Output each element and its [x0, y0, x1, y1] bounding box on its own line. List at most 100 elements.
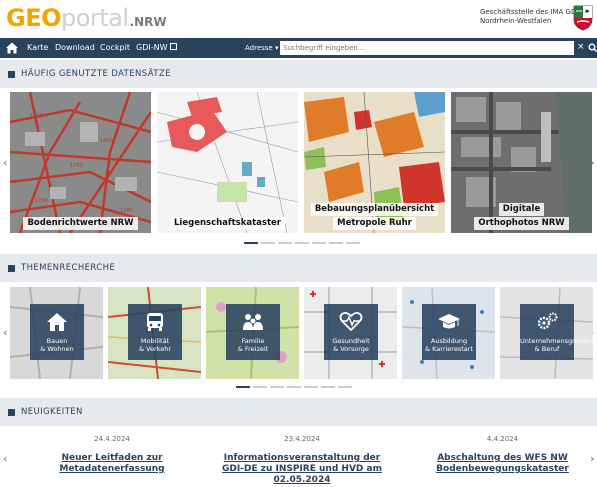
nav-link-karte[interactable]: Karte: [27, 42, 48, 54]
themes-section-title-wrap: THEMENRECHERCHE: [8, 263, 115, 273]
theme-label: Bauen & Wohnen: [30, 337, 84, 353]
family-icon: [243, 314, 263, 330]
org-line-2: Nordrhein-Westfalen: [480, 17, 552, 25]
theme-box: Gesundheit & Vorsorge: [324, 304, 378, 360]
theme-card-gesundheit[interactable]: Gesundheit & Vorsorge: [304, 287, 397, 379]
theme-label-2: & Wohnen: [40, 345, 74, 353]
news-prev-arrow[interactable]: ‹: [3, 452, 7, 465]
search-icon[interactable]: [588, 42, 597, 54]
gears-icon: [537, 312, 558, 330]
news-date: 23.4.2024: [284, 435, 320, 443]
carousel-dot[interactable]: [338, 386, 352, 388]
dataset-label-2: Metropole Ruhr: [304, 210, 445, 230]
datasets-prev-arrow[interactable]: ‹: [3, 156, 7, 169]
dataset-label: Liegenschaftskataster: [157, 210, 298, 230]
dataset-card-orthophotos[interactable]: Digitale Orthophotos NRW: [451, 92, 592, 233]
news-section-title-wrap: NEUIGKEITEN: [8, 407, 83, 417]
dataset-card-liegenschaftskataster[interactable]: Liegenschaftskataster: [157, 92, 298, 233]
heartbeat-icon: [339, 311, 363, 332]
section-square-icon: [8, 70, 15, 78]
theme-label-2: & Karrierestart: [425, 345, 473, 353]
nrw-coat-of-arms-icon: [573, 5, 593, 31]
carousel-dot[interactable]: [329, 242, 343, 244]
carousel-dot[interactable]: [304, 386, 318, 388]
theme-card-mobilitaet[interactable]: Mobilität & Verkehr: [108, 287, 201, 379]
news-next-arrow[interactable]: ›: [590, 452, 594, 465]
org-line-1: Geschäftsstelle des IMA GDI: [480, 8, 579, 16]
bus-icon: [147, 313, 163, 331]
theme-label: Gesundheit & Vorsorge: [324, 337, 378, 353]
logo-nrw: .NRW: [129, 15, 167, 29]
theme-card-familie[interactable]: Familie & Freizeit: [206, 287, 299, 379]
clear-search-icon[interactable]: ×: [577, 41, 585, 54]
svg-text:1750: 1750: [35, 198, 48, 204]
theme-box: Unternehmensgründung & Beruf: [520, 304, 593, 360]
theme-label: Mobilität & Verkehr: [128, 337, 182, 353]
datasets-section-title-wrap: HÄUFIG GENUTZTE DATENSÄTZE: [8, 69, 171, 79]
search-input[interactable]: [280, 41, 574, 55]
theme-label-2: & Verkehr: [138, 345, 172, 353]
theme-label: Ausbildung & Karrierestart: [422, 337, 476, 353]
news-title-link[interactable]: Neuer Leitfaden zur Metadatenerfassung: [37, 453, 187, 475]
carousel-dot[interactable]: [321, 386, 335, 388]
news-title-link[interactable]: Abschaltung des WFS NW Bodenbewegungskat…: [425, 453, 580, 475]
carousel-dot[interactable]: [236, 386, 250, 388]
news-item: 4.4.2024 Abschaltung des WFS NW Bodenbew…: [425, 434, 580, 475]
svg-text:1650: 1650: [30, 113, 43, 119]
theme-box: Bauen & Wohnen: [30, 304, 84, 360]
carousel-dot[interactable]: [270, 386, 284, 388]
graduation-cap-icon: [438, 314, 460, 329]
dataset-label-line1: Bodenrichtwerte NRW: [23, 217, 138, 230]
theme-label-1: Familie: [241, 337, 265, 345]
theme-card-ausbildung[interactable]: Ausbildung & Karrierestart: [402, 287, 495, 379]
nav-link-cockpit[interactable]: Cockpit: [100, 42, 130, 54]
home-icon[interactable]: [5, 41, 19, 55]
external-link-icon: [169, 43, 177, 50]
theme-box: Ausbildung & Karrierestart: [422, 304, 476, 360]
theme-label-1: Unternehmensgründung: [520, 337, 593, 345]
nav-link-gdi-nw-label: GDI-NW: [136, 43, 168, 52]
dataset-card-bodenrichtwerte[interactable]: 1650 1400 1750 1750 1280 Bodenrichtwerte NRW: [10, 92, 151, 233]
news-title-link[interactable]: Informationsveranstaltung der GDI-DE zu …: [212, 453, 392, 486]
news-date: 24.4.2024: [94, 435, 130, 443]
carousel-dot[interactable]: [346, 242, 360, 244]
dataset-label-line2: Metropole Ruhr: [333, 217, 416, 230]
nav-link-download[interactable]: Download: [55, 42, 95, 54]
carousel-dot[interactable]: [261, 242, 275, 244]
theme-label: Unternehmensgründung & Beruf: [520, 337, 593, 353]
theme-label-2: & Freizeit: [237, 345, 269, 353]
themes-section-header: THEMENRECHERCHE: [0, 254, 597, 282]
carousel-dot[interactable]: [253, 386, 267, 388]
nav-link-gdi-nw[interactable]: GDI-NW: [136, 42, 177, 54]
carousel-dot[interactable]: [278, 242, 292, 244]
news-section-title: NEUIGKEITEN: [21, 407, 83, 417]
house-icon: [47, 313, 67, 331]
section-square-icon: [8, 264, 15, 272]
carousel-dot[interactable]: [312, 242, 326, 244]
svg-text:1750: 1750: [70, 163, 83, 169]
theme-label-1: Ausbildung: [430, 337, 468, 345]
dataset-card-bebauungsplanuebersicht[interactable]: Bebauungsplanübersicht Metropole Ruhr: [304, 92, 445, 233]
carousel-dot[interactable]: [244, 242, 258, 244]
dataset-label-2: Orthophotos NRW: [451, 210, 592, 230]
carousel-dot[interactable]: [295, 242, 309, 244]
theme-box: Familie & Freizeit: [226, 304, 280, 360]
geoportal-logo[interactable]: GEO portal .NRW: [6, 4, 167, 34]
news-date: 4.4.2024: [486, 435, 519, 443]
org-name: Geschäftsstelle des IMA GDI Nordrhein-We…: [480, 8, 578, 26]
themes-prev-arrow[interactable]: ‹: [3, 326, 7, 339]
section-square-icon: [8, 408, 15, 416]
theme-box: Mobilität & Verkehr: [128, 304, 182, 360]
theme-card-bauen[interactable]: Bauen & Wohnen: [10, 287, 103, 379]
theme-label-1: Gesundheit: [332, 337, 370, 345]
site-header: GEO portal .NRW Geschäftsstelle des IMA …: [0, 0, 597, 38]
theme-card-unternehmen[interactable]: Unternehmensgründung & Beruf: [500, 287, 593, 379]
news-section-header: NEUIGKEITEN: [0, 398, 597, 426]
address-select[interactable]: Adresse ▾: [245, 42, 278, 54]
theme-label-1: Bauen: [46, 337, 68, 345]
theme-label-2: & Vorsorge: [333, 345, 369, 353]
datasets-section-header: HÄUFIG GENUTZTE DATENSÄTZE: [0, 60, 597, 88]
svg-text:1400: 1400: [100, 138, 113, 144]
carousel-dot[interactable]: [287, 386, 301, 388]
main-navbar: Karte Download Cockpit GDI-NW Adresse ▾ …: [0, 38, 597, 58]
